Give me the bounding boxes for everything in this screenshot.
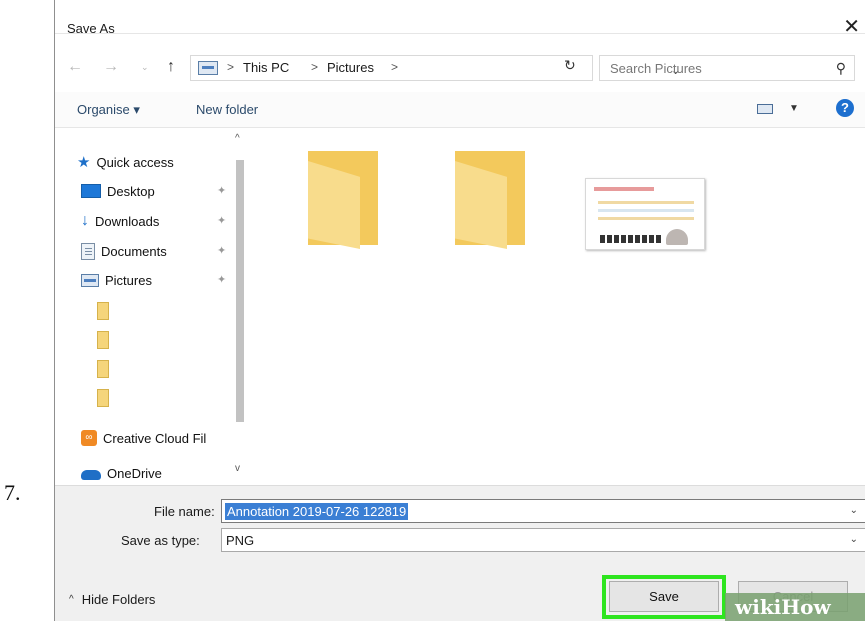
- pin-icon: ✦: [217, 274, 227, 286]
- breadcrumb-separator: >: [311, 60, 319, 74]
- nav-item-pictures[interactable]: Pictures: [81, 269, 152, 291]
- refresh-icon[interactable]: ↻: [564, 57, 576, 74]
- navigation-pane: ★ Quick access Desktop ✦ ↓ Downloads ✦ D…: [55, 130, 255, 485]
- folder-icon[interactable]: [97, 360, 109, 378]
- address-bar[interactable]: > This PC > Pictures > ⌄: [190, 55, 680, 81]
- wikihow-watermark: wikiHow: [725, 593, 865, 621]
- hide-folders-button[interactable]: ^ Hide Folders: [69, 592, 155, 607]
- folder-icon[interactable]: [97, 302, 109, 320]
- folder-icon[interactable]: [308, 151, 378, 249]
- thumbnail-heading: [594, 187, 654, 191]
- nav-item-quick-access[interactable]: ★ Quick access: [77, 151, 174, 173]
- folder-icon[interactable]: [97, 331, 109, 349]
- save-as-dialog: Save As ✕ ← → ⌄ ↑ > This PC > Pictures >…: [54, 0, 865, 621]
- nav-item-downloads[interactable]: ↓ Downloads: [81, 210, 159, 232]
- pictures-location-icon: [198, 61, 218, 75]
- forward-arrow-icon[interactable]: →: [103, 58, 119, 76]
- recent-locations-chevron-icon[interactable]: ⌄: [141, 62, 149, 73]
- pictures-icon: [81, 273, 99, 287]
- breadcrumb-pictures[interactable]: Pictures: [327, 60, 374, 75]
- scroll-down-icon[interactable]: v: [235, 463, 240, 474]
- folder-icon[interactable]: [97, 389, 109, 407]
- breadcrumb-separator: >: [227, 60, 235, 74]
- organise-menu-button[interactable]: Organise ▾: [77, 102, 140, 118]
- thumbnail-row: [598, 217, 694, 220]
- change-view-icon[interactable]: [757, 104, 773, 114]
- pin-icon: ✦: [217, 185, 227, 197]
- chevron-down-icon[interactable]: ⌄: [850, 505, 858, 516]
- file-name-value[interactable]: Annotation 2019-07-26 122819: [225, 503, 409, 520]
- nav-label: Desktop: [107, 183, 155, 199]
- breadcrumb-separator: >: [391, 60, 399, 74]
- pin-icon: ✦: [217, 215, 227, 227]
- nav-scrollbar[interactable]: ^ v: [233, 130, 246, 485]
- title-bar: Save As ✕: [55, 0, 865, 37]
- document-icon: [81, 242, 95, 260]
- search-box[interactable]: Search Pictures ⚲: [599, 55, 855, 81]
- nav-label: Documents: [101, 243, 167, 259]
- thumbnail-diffuser: [666, 229, 688, 245]
- desktop-icon: [81, 184, 101, 198]
- scroll-up-icon[interactable]: ^: [235, 133, 240, 144]
- nav-item-documents[interactable]: Documents: [81, 240, 167, 262]
- help-icon[interactable]: ?: [836, 99, 854, 117]
- thumbnail-row: [598, 201, 694, 204]
- scroll-thumb[interactable]: [236, 160, 244, 422]
- save-type-value: PNG: [226, 533, 255, 548]
- save-type-label: Save as type:: [121, 533, 200, 548]
- file-name-label: File name:: [154, 504, 215, 519]
- cloud-icon: [81, 470, 101, 480]
- nav-label: Quick access: [96, 154, 174, 170]
- thumbnail-bottles: [600, 235, 662, 243]
- search-icon: ⚲: [835, 60, 846, 76]
- nav-label: OneDrive: [107, 466, 162, 481]
- chevron-down-icon[interactable]: ⌄: [850, 534, 858, 545]
- close-icon[interactable]: ✕: [843, 17, 860, 37]
- nav-item-desktop[interactable]: Desktop: [81, 180, 155, 202]
- nav-label: Downloads: [95, 213, 160, 229]
- save-button[interactable]: Save: [609, 581, 719, 612]
- step-number: 7.: [4, 480, 21, 505]
- file-name-field[interactable]: Annotation 2019-07-26 122819 ⌄: [221, 499, 865, 523]
- address-row: ← → ⌄ ↑ > This PC > Pictures > ⌄ ↻ Searc…: [55, 50, 865, 84]
- caret-up-icon: ^: [69, 594, 74, 605]
- breadcrumb-this-pc[interactable]: This PC: [243, 60, 289, 75]
- search-placeholder: Search Pictures: [610, 61, 702, 76]
- command-toolbar: Organise ▾ New folder ▼ ?: [55, 92, 865, 128]
- new-folder-button[interactable]: New folder: [196, 102, 258, 117]
- thumbnail-row: [598, 209, 694, 212]
- image-thumbnail[interactable]: [585, 178, 705, 250]
- up-arrow-icon[interactable]: ↑: [167, 58, 175, 76]
- pin-icon: ✦: [217, 245, 227, 257]
- file-list: [255, 130, 865, 485]
- nav-item-onedrive[interactable]: OneDrive: [81, 463, 162, 481]
- download-arrow-icon: ↓: [81, 212, 89, 229]
- dialog-title: Save As: [67, 21, 115, 36]
- nav-item-creative-cloud[interactable]: ∞ Creative Cloud Fil: [81, 427, 206, 449]
- star-icon: ★: [77, 154, 91, 171]
- save-type-select[interactable]: PNG ⌄: [221, 528, 865, 552]
- folder-icon[interactable]: [455, 151, 525, 249]
- nav-label: Creative Cloud Fil: [103, 430, 207, 446]
- back-arrow-icon[interactable]: ←: [67, 58, 83, 76]
- nav-label: Pictures: [105, 272, 152, 288]
- creative-cloud-icon: ∞: [81, 430, 97, 446]
- hide-folders-label: Hide Folders: [81, 592, 156, 607]
- view-options-dropdown-icon[interactable]: ▼: [789, 103, 799, 114]
